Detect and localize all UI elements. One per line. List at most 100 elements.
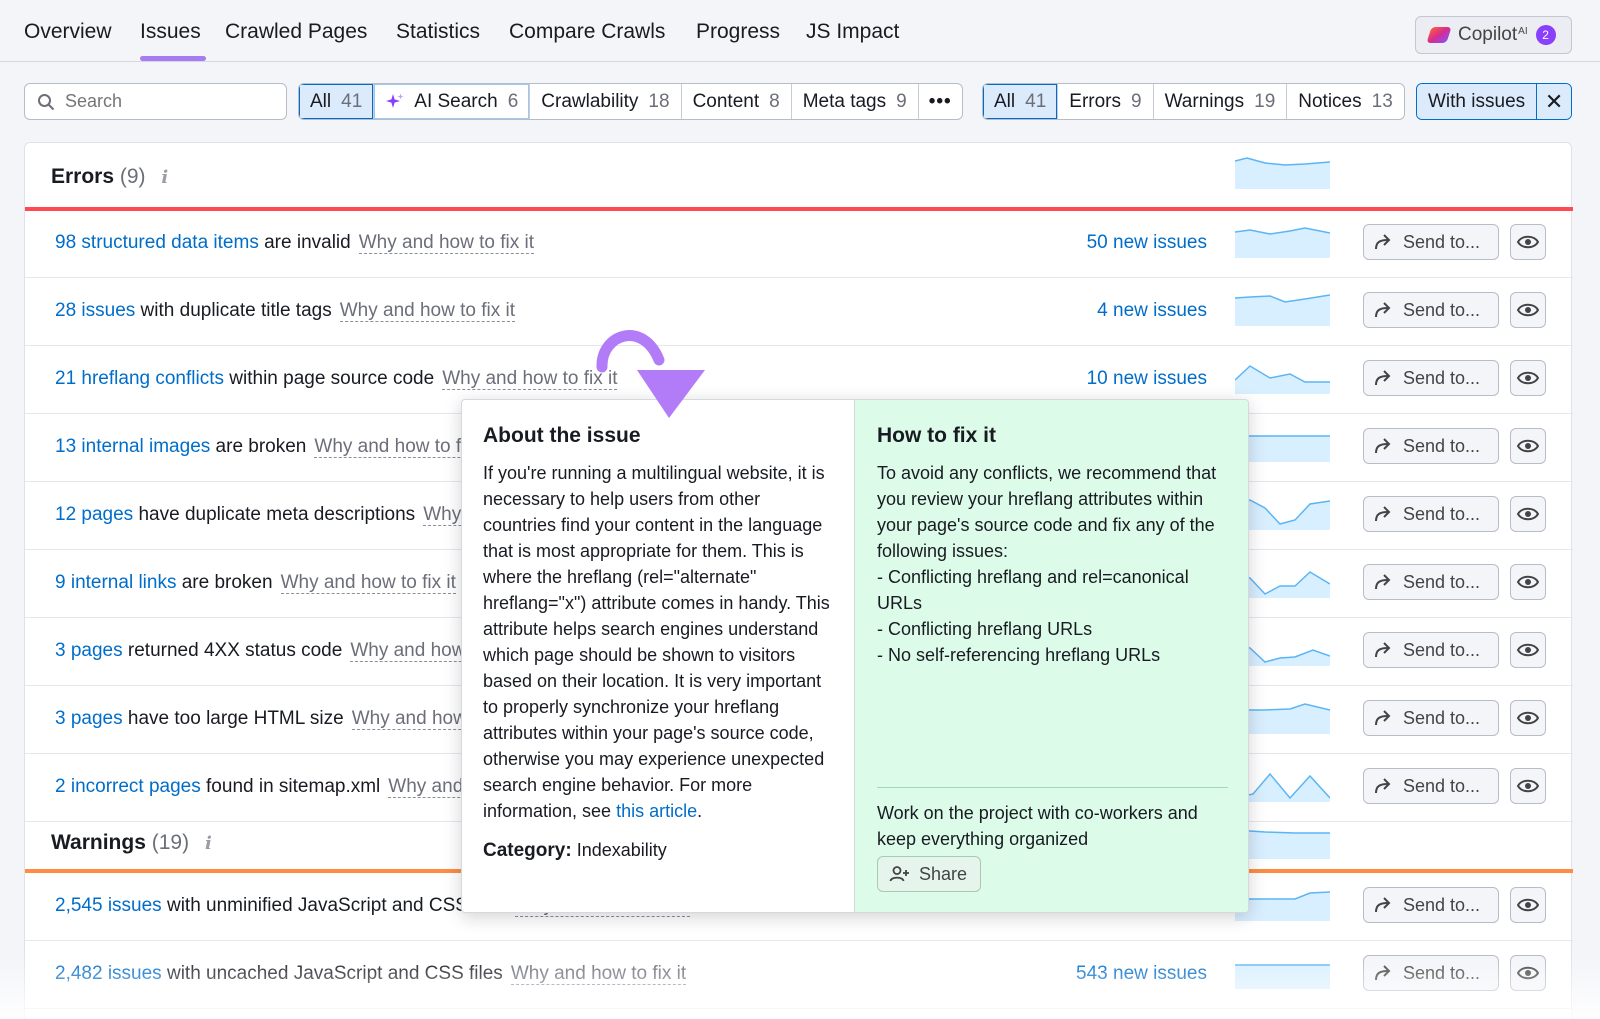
search-input[interactable]	[65, 91, 265, 112]
send-to-button[interactable]: Send to...	[1363, 224, 1499, 260]
send-to-button[interactable]: Send to...	[1363, 768, 1499, 804]
tab-js-impact[interactable]: JS Impact	[806, 20, 899, 44]
send-to-button[interactable]: Send to...	[1363, 700, 1499, 736]
send-to-button[interactable]: Send to...	[1363, 292, 1499, 328]
filter-type-warnings[interactable]: Warnings 19	[1154, 84, 1288, 119]
more-filters-button[interactable]: •••	[919, 84, 962, 119]
eye-icon	[1517, 643, 1539, 657]
toggle-visibility-button[interactable]	[1510, 564, 1546, 600]
clear-filter-icon[interactable]: ✕	[1537, 84, 1572, 119]
new-issues-link[interactable]: 50 new issues	[1087, 232, 1207, 254]
about-issue-body: If you're running a multilingual website…	[483, 463, 830, 821]
sparkline	[1235, 227, 1330, 258]
tab-issues[interactable]: Issues	[140, 20, 201, 44]
tab-statistics[interactable]: Statistics	[396, 20, 480, 44]
filter-count: 13	[1371, 90, 1393, 112]
share-arrow-icon	[1375, 302, 1391, 318]
new-issues-link[interactable]: 4 new issues	[1097, 300, 1207, 322]
toggle-visibility-button[interactable]	[1510, 360, 1546, 396]
filter-category-crawlability[interactable]: Crawlability 18	[530, 84, 682, 119]
share-button[interactable]: Share	[877, 856, 981, 892]
tab-overview[interactable]: Overview	[24, 20, 112, 44]
share-arrow-icon	[1375, 642, 1391, 658]
new-issues-link[interactable]: 543 new issues	[1076, 963, 1207, 985]
add-user-icon	[889, 866, 909, 882]
filter-count: 41	[341, 90, 363, 112]
issue-link[interactable]: 28 issues	[55, 300, 135, 321]
issue-text: with duplicate title tags	[135, 300, 332, 321]
toggle-visibility-button[interactable]	[1510, 632, 1546, 668]
divider	[877, 787, 1228, 788]
issue-link[interactable]: 2,482 issues	[55, 963, 162, 984]
new-issues-link[interactable]: 10 new issues	[1087, 368, 1207, 390]
filter-type-errors[interactable]: Errors 9	[1058, 84, 1154, 119]
article-link[interactable]: this article	[616, 801, 697, 821]
send-to-button[interactable]: Send to...	[1363, 887, 1499, 923]
why-and-how-link[interactable]: Why and how to fix it	[339, 300, 516, 322]
why-and-how-link[interactable]: Why and how to fix it	[510, 963, 687, 985]
filter-category-all[interactable]: All 41	[299, 84, 375, 119]
toggle-visibility-button[interactable]	[1510, 496, 1546, 532]
toggle-visibility-button[interactable]	[1510, 292, 1546, 328]
send-to-label: Send to...	[1403, 571, 1481, 592]
send-to-label: Send to...	[1403, 639, 1481, 660]
send-to-button[interactable]: Send to...	[1363, 955, 1499, 991]
tab-compare-crawls[interactable]: Compare Crawls	[509, 20, 665, 44]
send-to-button[interactable]: Send to...	[1363, 360, 1499, 396]
why-and-how-link[interactable]: Why and how to fix it	[280, 572, 456, 594]
toggle-visibility-button[interactable]	[1510, 428, 1546, 464]
filter-category-ai-search[interactable]: AI Search 6	[374, 84, 531, 119]
send-to-button[interactable]: Send to...	[1363, 428, 1499, 464]
toggle-visibility-button[interactable]	[1510, 887, 1546, 923]
why-and-how-link[interactable]: Why and how to fix it	[358, 232, 535, 254]
issue-link[interactable]: 2,545 issues	[55, 895, 162, 916]
issue-description: 98 structured data items are invalid Why …	[55, 232, 535, 254]
issue-text: are invalid	[258, 232, 351, 253]
copilot-logo-icon	[1428, 24, 1450, 46]
filter-type-all[interactable]: All 41	[983, 84, 1059, 119]
filter-type-notices[interactable]: Notices 13	[1287, 84, 1404, 119]
send-to-label: Send to...	[1403, 231, 1481, 252]
section-title-errors: Errors (9) i	[51, 165, 168, 189]
tab-crawled-pages[interactable]: Crawled Pages	[225, 20, 367, 44]
issue-link[interactable]: 98 structured data items	[55, 232, 259, 253]
share-arrow-icon	[1375, 710, 1391, 726]
share-arrow-icon	[1375, 506, 1391, 522]
filter-category-meta-tags[interactable]: Meta tags 9	[792, 84, 919, 119]
send-to-button[interactable]: Send to...	[1363, 632, 1499, 668]
share-arrow-icon	[1375, 897, 1391, 913]
fix-item: - Conflicting hreflang and rel=canonical…	[877, 567, 1189, 613]
type-filter-group: All 41 Errors 9 Warnings 19 Notices 13	[982, 83, 1405, 120]
issue-link[interactable]: 13 internal images	[55, 436, 210, 457]
issue-link[interactable]: 3 pages	[55, 708, 123, 729]
eye-icon	[1517, 898, 1539, 912]
why-and-how-link[interactable]: Why and how to fix it	[442, 368, 618, 390]
filter-label: Content	[692, 90, 760, 112]
issue-link[interactable]: 12 pages	[55, 504, 133, 525]
filter-count: 9	[1131, 90, 1142, 112]
filter-count: 18	[648, 90, 670, 112]
toggle-visibility-button[interactable]	[1510, 700, 1546, 736]
info-icon[interactable]: i	[161, 167, 168, 188]
share-arrow-icon	[1375, 234, 1391, 250]
how-to-fix-panel: How to fix it To avoid any conflicts, we…	[855, 400, 1248, 912]
toggle-visibility-button[interactable]	[1510, 955, 1546, 991]
issue-link[interactable]: 2 incorrect pages	[55, 776, 201, 797]
active-tab-indicator	[140, 56, 206, 61]
send-to-button[interactable]: Send to...	[1363, 564, 1499, 600]
copilot-button[interactable]: Copilot AI 2	[1415, 16, 1572, 54]
toggle-visibility-button[interactable]	[1510, 768, 1546, 804]
eye-icon	[1517, 371, 1539, 385]
sparkline	[1235, 157, 1330, 189]
search-box[interactable]	[24, 83, 287, 120]
info-icon[interactable]: i	[205, 833, 212, 854]
issue-link[interactable]: 3 pages	[55, 640, 123, 661]
filter-count: 9	[896, 90, 907, 112]
tab-progress[interactable]: Progress	[696, 20, 780, 44]
toggle-visibility-button[interactable]	[1510, 224, 1546, 260]
with-issues-button[interactable]: With issues	[1417, 84, 1538, 119]
issue-link[interactable]: 21 hreflang conflicts	[55, 368, 224, 389]
filter-category-content[interactable]: Content 8	[682, 84, 792, 119]
send-to-button[interactable]: Send to...	[1363, 496, 1499, 532]
issue-link[interactable]: 9 internal links	[55, 572, 176, 593]
